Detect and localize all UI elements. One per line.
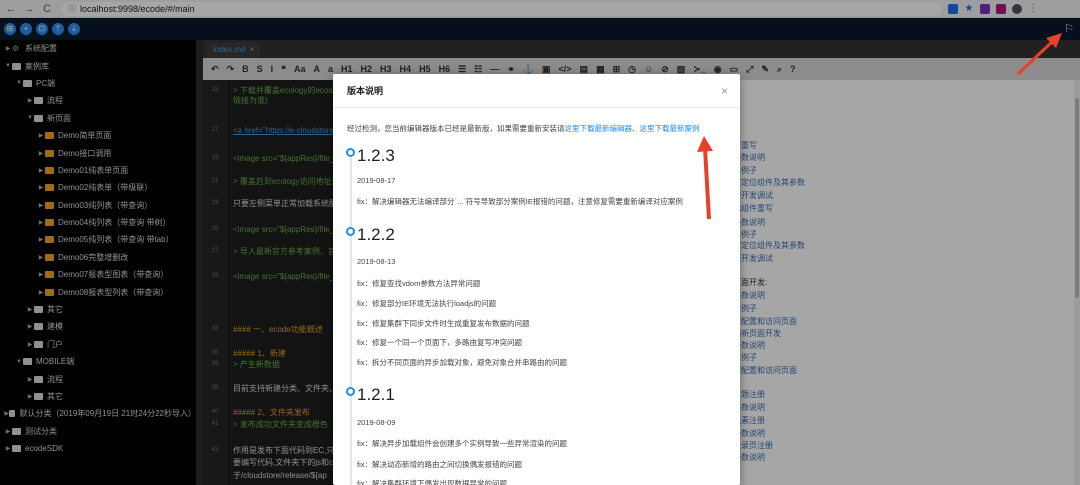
fix-note: fix：解决动态新增的路由之间切换偶发报错的问题 xyxy=(357,460,522,469)
download-cases-link[interactable]: 这里下载最新案例 xyxy=(640,124,700,133)
fix-note: fix：修复集群下同步文件时生成重复发布数据的问题 xyxy=(357,319,530,328)
version-date: 2019-08-13 xyxy=(357,257,396,266)
fix-note: fix：解决集群环境下偶发出现数据异常的问题 xyxy=(357,479,507,485)
close-icon[interactable]: × xyxy=(721,84,728,98)
fix-note: fix：解决编辑器无法编译部分`...`符号导致部分案例IE报错的问题，注意修复… xyxy=(357,197,683,206)
timeline-dot xyxy=(346,387,355,396)
timeline-dot xyxy=(346,227,355,236)
version-notes-dialog: 版本说明 × 经过检测，您当前编辑器版本已经是最新版，如果需要重新安装请这里下载… xyxy=(333,74,740,485)
version-number: 1.2.1 xyxy=(357,385,395,404)
fix-note: fix：修复一个同一个页面下，多路由复写冲突问题 xyxy=(357,338,522,347)
version-date: 2019-08-09 xyxy=(357,418,396,427)
version-number: 1.2.3 xyxy=(357,146,395,165)
version-timeline xyxy=(350,148,352,485)
notice-separator: 、 xyxy=(632,124,640,133)
dialog-title: 版本说明 xyxy=(333,74,740,108)
fix-note: fix：修复部分IE环境无法执行loadjs的问题 xyxy=(357,299,497,308)
fix-note: fix：拆分不同页面的异步加载对象，避免对象合并串路由的问题 xyxy=(357,358,567,367)
update-notice: 经过检测，您当前编辑器版本已经是最新版，如果需要重新安装请这里下载最新编辑器、这… xyxy=(347,123,700,134)
version-number: 1.2.2 xyxy=(357,225,395,244)
fix-note: fix：修复查找vdom参数方法异常问题 xyxy=(357,279,481,288)
version-date: 2019-08-17 xyxy=(357,176,396,185)
notice-text: 经过检测，您当前编辑器版本已经是最新版，如果需要重新安装请 xyxy=(347,124,565,133)
timeline-dot xyxy=(346,148,355,157)
fix-note: fix：解决异步加载组件会创建多个实例导致一些异常渲染的问题 xyxy=(357,439,567,448)
download-editor-link[interactable]: 这里下载最新编辑器 xyxy=(565,124,633,133)
